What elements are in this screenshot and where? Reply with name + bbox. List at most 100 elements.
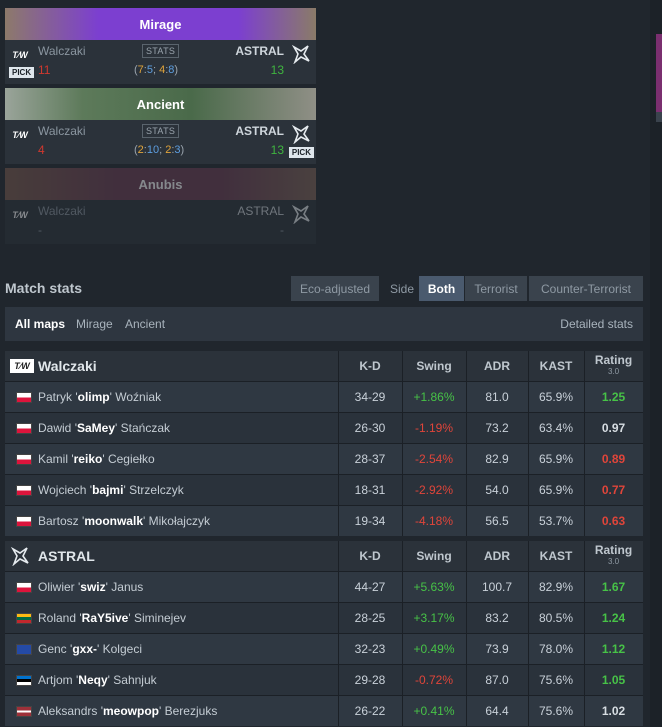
player-name[interactable]: Dawid ' SaMey ' Stańczak [38, 413, 170, 443]
column-divider [584, 382, 585, 412]
player-swing: +0.49% [413, 642, 455, 656]
player-row[interactable]: Aleksandrs ' meowpop ' Berezjuks 26-22 +0.41… [5, 695, 643, 726]
player-name[interactable]: Genc ' gxx- ' Kolgeci [38, 634, 142, 664]
team-table-astral: ASTRAL K-D Swing ADR KAST Rating 3.0 Oliwier ' s… [5, 541, 643, 726]
map-stats-button[interactable]: STATS [142, 124, 180, 138]
player-kd: 19-34 [354, 514, 386, 528]
column-divider [402, 413, 403, 443]
player-row[interactable]: Patryk ' olimp ' Woźniak 34-29 +1.86% 81.0 65.… [5, 381, 643, 412]
player-kast: 75.6% [538, 673, 574, 687]
player-name[interactable]: Kamil ' reiko ' Cegiełko [38, 444, 155, 474]
player-name[interactable]: Aleksandrs ' meowpop ' Berezjuks [38, 696, 217, 726]
pl-flag-icon [16, 392, 32, 403]
filter-all-maps[interactable]: All maps [15, 317, 65, 331]
player-row[interactable]: Kamil ' reiko ' Cegiełko 28-37 -2.54% 82.9 65.… [5, 443, 643, 474]
player-name[interactable]: Oliwier ' swiz ' Janus [38, 572, 143, 602]
header-swing[interactable]: Swing [402, 351, 466, 381]
header-kast[interactable]: KAST [528, 351, 584, 381]
filter-ancient[interactable]: Ancient [125, 317, 165, 331]
astral-logo-icon [291, 204, 310, 224]
player-adr: 83.2 [485, 611, 509, 625]
column-divider [402, 572, 403, 602]
team-left-score: 11 [38, 63, 51, 77]
astral-logo-icon [10, 546, 29, 566]
column-divider [338, 634, 339, 664]
ee-flag-icon [16, 675, 32, 686]
player-name[interactable]: Patryk ' olimp ' Woźniak [38, 382, 161, 412]
player-kd: 18-31 [354, 483, 386, 497]
column-divider [528, 696, 529, 726]
walczaki-logo-icon: T⁄W [12, 129, 28, 140]
header-adr[interactable]: ADR [466, 351, 528, 381]
player-swing: +5.63% [413, 580, 455, 594]
player-name[interactable]: Bartosz ' moonwalk ' Mikołajczyk [38, 506, 210, 536]
player-adr: 100.7 [481, 580, 513, 594]
player-name[interactable]: Wojciech ' bajmi ' Strzelczyk [38, 475, 184, 505]
column-divider [338, 506, 339, 536]
player-adr: 54.0 [485, 483, 509, 497]
pl-flag-icon [16, 423, 32, 434]
player-row[interactable]: Roland ' RaY5ive ' Siminejev 28-25 +3.17% 83.… [5, 602, 643, 633]
column-divider [402, 696, 403, 726]
column-divider [466, 541, 467, 571]
column-divider [528, 506, 529, 536]
side-option-terrorist[interactable]: Terrorist [465, 276, 527, 301]
player-row[interactable]: Bartosz ' moonwalk ' Mikołajczyk 19-34 -4.18… [5, 505, 643, 536]
header-kast[interactable]: KAST [528, 541, 584, 571]
header-swing[interactable]: Swing [402, 541, 466, 571]
column-divider [528, 603, 529, 633]
header-kd[interactable]: K-D [338, 541, 402, 571]
column-divider [466, 351, 467, 381]
player-name[interactable]: Roland ' RaY5ive ' Siminejev [38, 603, 186, 633]
player-row[interactable]: Oliwier ' swiz ' Janus 44-27 +5.63% 100.7 82.9… [5, 571, 643, 602]
team-name[interactable]: ASTRAL [38, 541, 95, 571]
player-row[interactable]: Artjom ' Neqy ' Sahnjuk 29-28 -0.72% 87.0 75.6… [5, 664, 643, 695]
player-adr: 73.2 [485, 421, 509, 435]
player-kast: 82.9% [538, 580, 574, 594]
header-adr[interactable]: ADR [466, 541, 528, 571]
team-name[interactable]: Walczaki [38, 351, 97, 381]
side-option-both[interactable]: Both [419, 276, 464, 301]
team-right-name: ASTRAL [235, 44, 284, 58]
column-divider [584, 572, 585, 602]
player-swing: -4.18% [414, 514, 454, 528]
column-divider [466, 603, 467, 633]
player-swing: +0.41% [413, 704, 455, 718]
team-left-score: 4 [38, 143, 45, 157]
column-divider [584, 413, 585, 443]
map-stats-button[interactable]: STATS [142, 44, 180, 58]
header-kd[interactable]: K-D [338, 351, 402, 381]
column-divider [338, 382, 339, 412]
header-rating[interactable]: Rating 3.0 [584, 541, 643, 571]
detailed-stats-link[interactable]: Detailed stats [560, 317, 633, 331]
map-card-ancient[interactable]: Ancient T⁄W Walczaki 4 STATS (2:10; 2:3)… [5, 88, 316, 164]
player-row[interactable]: Dawid ' SaMey ' Stańczak 26-30 -1.19% 73.2 63.… [5, 412, 643, 443]
walczaki-logo-icon: T⁄W [12, 209, 28, 220]
column-divider [584, 634, 585, 664]
header-rating[interactable]: Rating 3.0 [584, 351, 643, 381]
column-divider [528, 665, 529, 695]
player-kd: 34-29 [354, 390, 386, 404]
edge-marker [656, 34, 662, 112]
map-name: Ancient [136, 96, 185, 112]
team-right-score: - [280, 223, 284, 237]
column-divider [466, 634, 467, 664]
pl-flag-icon [16, 454, 32, 465]
column-divider [528, 475, 529, 505]
player-name[interactable]: Artjom ' Neqy ' Sahnjuk [38, 665, 157, 695]
column-divider [466, 506, 467, 536]
player-row[interactable]: Genc ' gxx- ' Kolgeci 32-23 +0.49% 73.9 78.0% 1… [5, 633, 643, 664]
map-card-anubis[interactable]: Anubis T⁄W Walczaki - ASTRAL - [5, 168, 316, 244]
column-divider [584, 541, 585, 571]
player-row[interactable]: Wojciech ' bajmi ' Strzelczyk 18-31 -2.92% 54… [5, 474, 643, 505]
column-divider [402, 444, 403, 474]
side-option-counter-terrorist[interactable]: Counter-Terrorist [529, 276, 643, 301]
player-rating: 0.89 [601, 452, 626, 466]
eco-adjusted-toggle[interactable]: Eco-adjusted [291, 276, 379, 301]
map-banner: Mirage [5, 8, 316, 40]
filter-mirage[interactable]: Mirage [76, 317, 113, 331]
map-card-mirage[interactable]: Mirage T⁄W PICK Walczaki 11 STATS (7:5; … [5, 8, 316, 84]
pl-flag-icon [16, 485, 32, 496]
rating-version: 3.0 [607, 367, 620, 376]
player-kd: 44-27 [354, 580, 386, 594]
